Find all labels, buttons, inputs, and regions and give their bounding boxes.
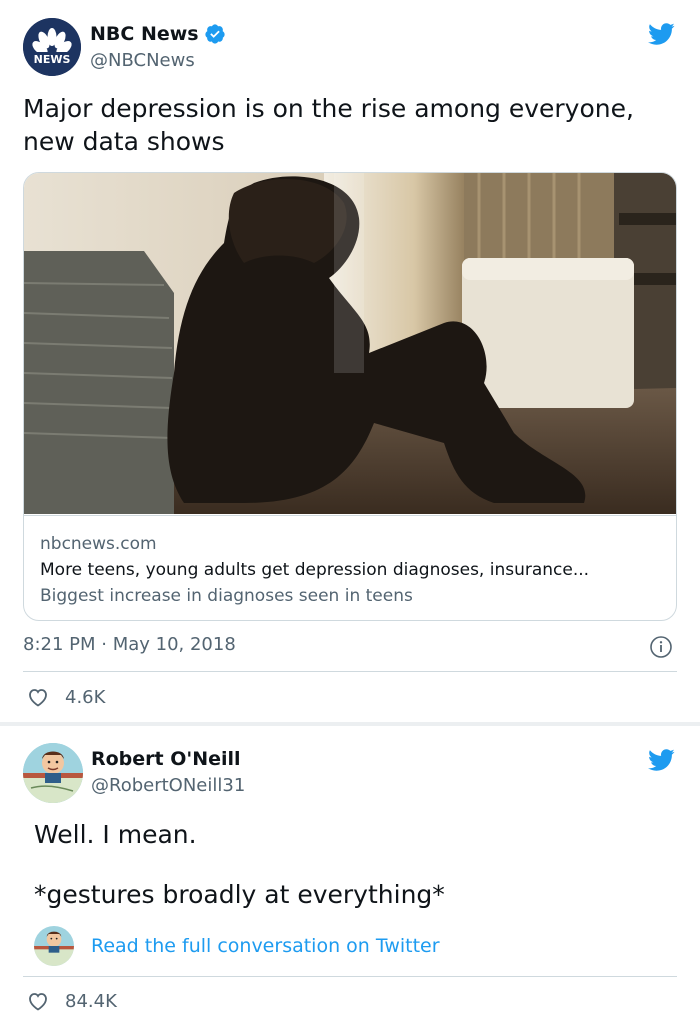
twitter-bird-icon[interactable] bbox=[645, 746, 677, 774]
like-button[interactable]: 84.4K bbox=[26, 989, 117, 1013]
nbc-peacock-icon bbox=[23, 18, 81, 76]
author-name[interactable]: NBC News bbox=[90, 23, 199, 45]
robert-avatar[interactable] bbox=[23, 743, 83, 803]
like-button[interactable]: 4.6K bbox=[26, 685, 105, 709]
author-name-row: Robert O'Neill bbox=[91, 748, 241, 770]
author-handle[interactable]: @RobertONeill31 bbox=[91, 775, 245, 796]
twitter-bird-icon[interactable] bbox=[645, 20, 677, 48]
card-description: Biggest increase in diagnoses seen in te… bbox=[40, 586, 413, 606]
card-image[interactable] bbox=[24, 173, 676, 514]
tweet-timestamp[interactable]: 8:21 PM · May 10, 2018 bbox=[23, 634, 236, 655]
tweet-nbc-news: NEWS NBC News @NBCNews Major depression … bbox=[0, 0, 700, 722]
card-domain: nbcnews.com bbox=[40, 534, 157, 554]
tweet-text-line: *gestures broadly at everything* bbox=[34, 880, 445, 909]
heart-icon bbox=[29, 689, 47, 707]
card-photo-depressed-woman bbox=[24, 173, 676, 514]
link-card[interactable]: nbcnews.com More teens, young adults get… bbox=[23, 172, 677, 621]
card-title: More teens, young adults get depression … bbox=[40, 560, 590, 580]
cartoon-avatar-icon bbox=[34, 926, 74, 966]
divider bbox=[23, 671, 677, 672]
tweet-text-line: new data shows bbox=[23, 127, 225, 156]
divider bbox=[23, 976, 677, 977]
conversation-link-row[interactable]: Read the full conversation on Twitter bbox=[34, 926, 440, 966]
verified-badge-icon bbox=[204, 24, 225, 44]
small-avatar bbox=[34, 926, 74, 966]
tweet-text-line: Well. I mean. bbox=[34, 820, 197, 849]
author-name[interactable]: Robert O'Neill bbox=[91, 748, 241, 770]
avatar-badge-text: NEWS bbox=[33, 53, 71, 66]
like-count: 84.4K bbox=[65, 990, 117, 1012]
tweet-text: Major depression is on the rise among ev… bbox=[23, 92, 673, 158]
author-name-row: NBC News bbox=[90, 23, 226, 45]
info-icon[interactable] bbox=[649, 635, 673, 659]
author-handle[interactable]: @NBCNews bbox=[90, 50, 195, 71]
read-conversation-link[interactable]: Read the full conversation on Twitter bbox=[91, 935, 440, 957]
tweet-text-line: Major depression is on the rise among ev… bbox=[23, 94, 634, 123]
nbc-avatar[interactable]: NEWS bbox=[23, 18, 81, 76]
heart-icon bbox=[29, 993, 47, 1011]
card-meta[interactable]: nbcnews.com More teens, young adults get… bbox=[24, 515, 676, 620]
cartoon-avatar-icon bbox=[23, 743, 83, 803]
tweet-robert-oneill: Robert O'Neill @RobertONeill31 Well. I m… bbox=[0, 726, 700, 1030]
like-count: 4.6K bbox=[65, 686, 106, 708]
